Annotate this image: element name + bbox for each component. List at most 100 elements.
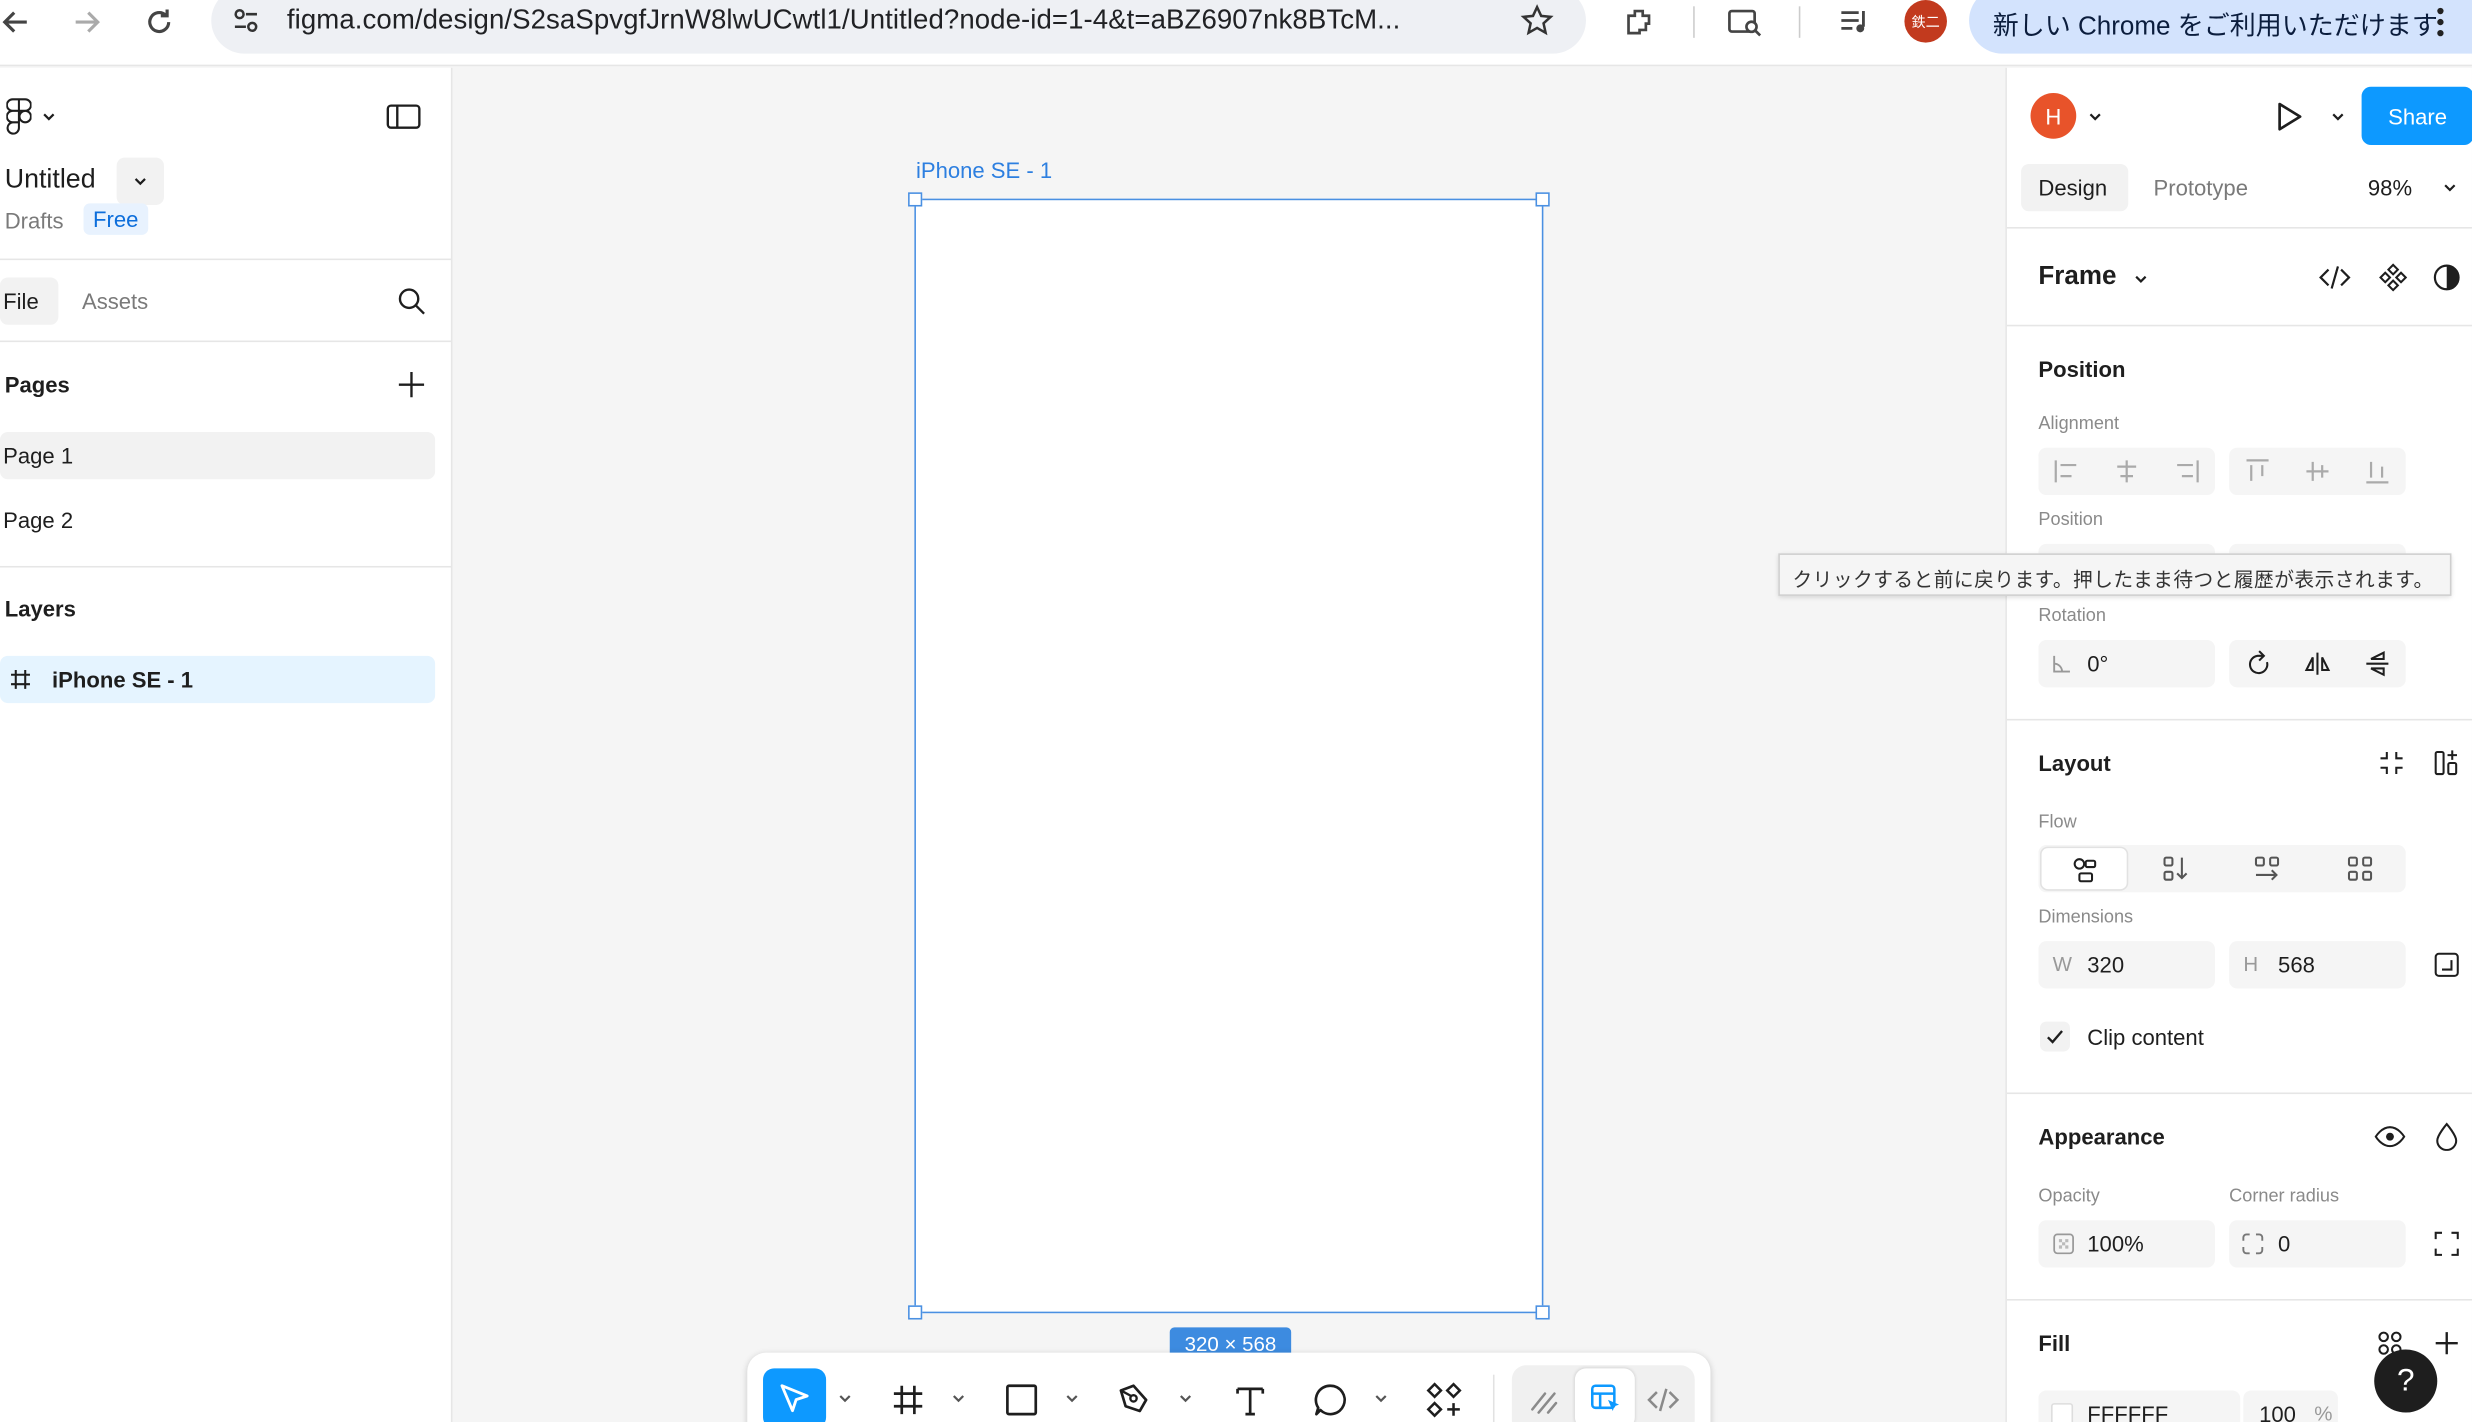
- chevron-down-icon[interactable]: [2442, 180, 2458, 196]
- user-avatar[interactable]: H: [2030, 93, 2077, 139]
- align-right-icon[interactable]: [2165, 456, 2209, 488]
- url-text[interactable]: figma.com/design/S2saSpvgfJrnW8lwUCwtl1/…: [287, 3, 1400, 36]
- iphone-frame[interactable]: [914, 198, 1544, 1314]
- tab-prototype[interactable]: Prototype: [2153, 175, 2247, 200]
- flip-horizontal-icon[interactable]: [2295, 648, 2339, 680]
- dev-mode-button[interactable]: [1635, 1375, 1692, 1422]
- blend-mode-drop-icon[interactable]: [2429, 1121, 2464, 1153]
- help-button[interactable]: ?: [2374, 1349, 2438, 1413]
- resize-handle[interactable]: [908, 1305, 923, 1320]
- resize-handle[interactable]: [1535, 1305, 1550, 1320]
- actions-tool-button[interactable]: [1416, 1375, 1473, 1422]
- chevron-down-icon[interactable]: [1373, 1390, 1389, 1406]
- canvas[interactable]: iPhone SE - 1 320 × 568: [454, 67, 2006, 1422]
- page-list-item[interactable]: Page 2: [0, 497, 435, 544]
- present-play-icon[interactable]: [2272, 99, 2307, 134]
- draw-mode-button[interactable]: [1517, 1375, 1574, 1422]
- design-mode-icon: [1591, 1384, 1620, 1411]
- media-queue-icon[interactable]: [1832, 0, 1876, 44]
- layer-row[interactable]: iPhone SE - 1: [0, 655, 436, 704]
- chrome-update-button[interactable]: 新しい Chrome をご利用いただけます: [1969, 0, 2472, 54]
- independent-corners-icon[interactable]: [2429, 1228, 2464, 1260]
- divider: [0, 340, 453, 343]
- text-tool-button[interactable]: [1222, 1375, 1279, 1422]
- tab-file[interactable]: File: [0, 277, 59, 325]
- width-field[interactable]: W 320: [2038, 941, 2215, 989]
- fill-opacity-field[interactable]: 100 %: [2243, 1390, 2338, 1422]
- horizontal-flow-icon[interactable]: [2245, 853, 2289, 885]
- align-center-horizontal-icon[interactable]: [2105, 456, 2149, 488]
- rotation-field[interactable]: 0°: [2038, 640, 2215, 688]
- rectangle-tool-button[interactable]: [993, 1375, 1050, 1422]
- collapse-layout-icon[interactable]: [2374, 747, 2409, 779]
- align-left-icon[interactable]: [2045, 456, 2089, 488]
- bookmark-star-icon[interactable]: [1520, 3, 1555, 38]
- profile-avatar[interactable]: 鉄二: [1904, 0, 1947, 43]
- extensions-puzzle-icon[interactable]: [1617, 0, 1661, 44]
- flip-vertical-icon[interactable]: [2355, 648, 2399, 680]
- plan-badge[interactable]: Free: [83, 203, 148, 235]
- flow-segmented-control: [2038, 845, 2406, 893]
- align-top-icon[interactable]: [2235, 456, 2279, 488]
- chevron-down-icon[interactable]: [2330, 109, 2346, 125]
- design-mode-button[interactable]: [1574, 1368, 1635, 1422]
- chevron-down-icon[interactable]: [1064, 1390, 1080, 1406]
- align-bottom-icon[interactable]: [2355, 456, 2399, 488]
- site-settings-icon[interactable]: [230, 5, 262, 37]
- chevron-down-icon[interactable]: [2087, 109, 2103, 125]
- add-auto-layout-icon[interactable]: [2429, 747, 2464, 779]
- fill-color-field[interactable]: FFFFFF: [2038, 1390, 2241, 1422]
- page-list-item[interactable]: Page 1: [0, 431, 436, 480]
- chevron-down-icon[interactable]: [2133, 271, 2149, 287]
- corner-radius-field[interactable]: 0: [2229, 1220, 2406, 1268]
- component-icon[interactable]: [2376, 262, 2411, 294]
- toggle-sidebar-icon[interactable]: [386, 102, 421, 130]
- mask-contrast-icon[interactable]: [2429, 262, 2464, 294]
- share-button[interactable]: Share: [2361, 86, 2472, 146]
- figma-main-menu[interactable]: [6, 98, 56, 136]
- tab-design[interactable]: Design: [2021, 163, 2129, 212]
- add-page-icon[interactable]: [396, 369, 428, 401]
- clip-content-label[interactable]: Clip content: [2087, 1025, 2204, 1050]
- back-arrow-icon[interactable]: [0, 0, 38, 44]
- vertical-flow-icon[interactable]: [2153, 853, 2197, 885]
- forward-arrow-icon[interactable]: [65, 0, 109, 44]
- tab-assets[interactable]: Assets: [82, 288, 148, 313]
- code-brackets-icon[interactable]: [2317, 262, 2352, 294]
- clip-content-checkbox[interactable]: [2039, 1021, 2070, 1052]
- frame-tool-button[interactable]: [880, 1375, 937, 1422]
- chevron-down-icon[interactable]: [1178, 1390, 1194, 1406]
- layout-section-heading: Layout: [2038, 750, 2111, 776]
- opacity-field[interactable]: 100%: [2038, 1220, 2215, 1268]
- search-tab-icon[interactable]: [1723, 0, 1767, 44]
- resize-handle[interactable]: [908, 192, 923, 207]
- file-name[interactable]: Untitled: [5, 164, 96, 196]
- fill-swatch[interactable]: [2051, 1403, 2074, 1422]
- address-bar[interactable]: figma.com/design/S2saSpvgfJrnW8lwUCwtl1/…: [211, 0, 1586, 54]
- comment-tool-button[interactable]: [1302, 1375, 1359, 1422]
- grid-flow-icon[interactable]: [2338, 853, 2382, 885]
- frame-type-label[interactable]: Frame: [2038, 262, 2116, 292]
- opacity-value: 100%: [2087, 1231, 2144, 1257]
- frame-title-label[interactable]: iPhone SE - 1: [916, 158, 1052, 183]
- resize-handle[interactable]: [1535, 192, 1550, 207]
- chevron-down-icon[interactable]: [837, 1390, 853, 1406]
- flow-freeform-option[interactable]: [2039, 846, 2129, 891]
- move-tool-button[interactable]: [763, 1368, 827, 1422]
- height-field[interactable]: H 568: [2229, 941, 2406, 989]
- rotate-icon[interactable]: [2237, 648, 2281, 680]
- reload-icon[interactable]: [137, 0, 181, 44]
- divider: [2006, 324, 2472, 327]
- eye-visibility-icon[interactable]: [2373, 1121, 2408, 1153]
- zoom-level[interactable]: 98%: [2368, 175, 2412, 200]
- resize-to-fit-icon[interactable]: [2429, 949, 2464, 981]
- chevron-down-icon[interactable]: [951, 1390, 967, 1406]
- more-vert-icon[interactable]: [2436, 6, 2445, 38]
- search-icon[interactable]: [397, 287, 425, 315]
- file-menu-chevron[interactable]: [116, 157, 164, 205]
- frame-hash-icon: [11, 670, 30, 689]
- pen-tool-button[interactable]: [1107, 1375, 1164, 1422]
- add-fill-icon[interactable]: [2429, 1327, 2464, 1359]
- align-middle-vertical-icon[interactable]: [2295, 456, 2339, 488]
- file-location[interactable]: Drafts: [5, 208, 64, 233]
